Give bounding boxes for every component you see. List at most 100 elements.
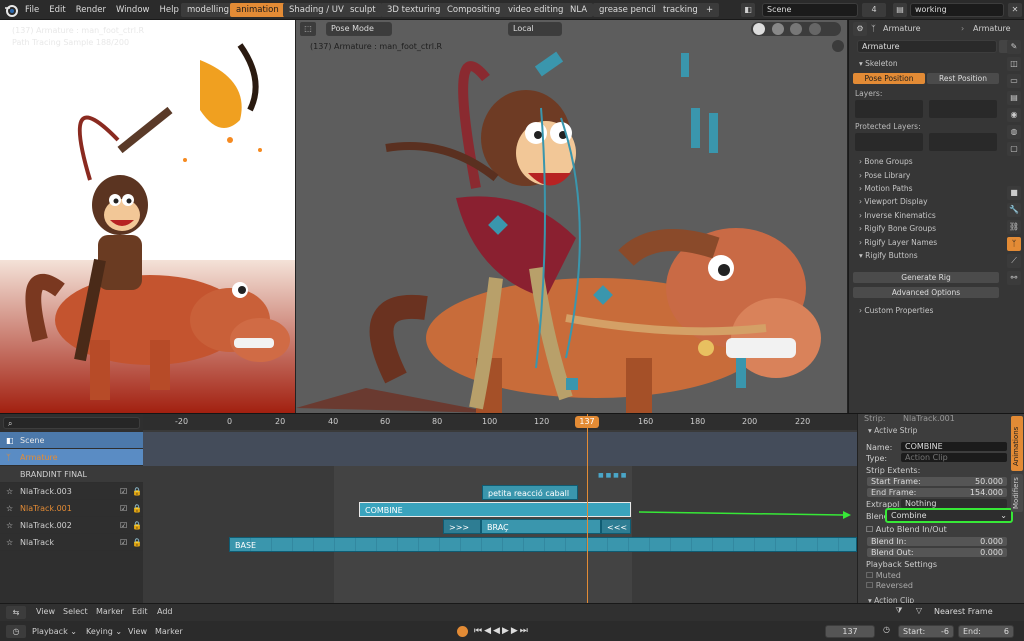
panel-bone-groups[interactable]: › Bone Groups [849, 155, 1005, 168]
sidebar-tab-animations[interactable]: Animations [1011, 416, 1023, 471]
tab-tracking[interactable]: tracking [657, 3, 704, 17]
menu-file[interactable]: File [20, 0, 44, 20]
render-tab-icon[interactable]: ◫ [1007, 57, 1021, 71]
panel-inverse-kinematics[interactable]: › Inverse Kinematics [849, 209, 1005, 222]
view-layer-tab-icon[interactable]: ▤ [1007, 91, 1021, 105]
transform-orientation[interactable]: Local [508, 22, 562, 36]
scene-icon[interactable]: ◧ [741, 3, 755, 17]
nla-menu-add[interactable]: Add [157, 607, 173, 616]
strip-combine[interactable]: COMBINE [359, 502, 631, 517]
channel-armature[interactable]: Armature [0, 449, 143, 466]
bone-layers-grid-1[interactable] [855, 100, 923, 118]
close-icon[interactable]: ✕ [1008, 3, 1022, 17]
advanced-options-button[interactable]: Advanced Options [853, 287, 999, 298]
panel-rigify-bone-groups[interactable]: › Rigify Bone Groups [849, 222, 1005, 235]
panel-viewport-display[interactable]: › Viewport Display [849, 195, 1005, 208]
generate-rig-button[interactable]: Generate Rig [853, 272, 999, 283]
channel-search-input[interactable]: ⌕ [3, 417, 140, 429]
blend-in-field[interactable]: Blend In: 0.000 [866, 536, 1008, 547]
checkbox-icon[interactable]: ☑ [120, 538, 127, 547]
protected-layers-grid-2[interactable] [929, 133, 997, 151]
render-view[interactable]: (137) Armature : man_foot_ctrl.R Path Tr… [0, 20, 295, 413]
timeline-menu-marker[interactable]: Marker [155, 627, 183, 636]
viewport-gizmo[interactable] [832, 40, 844, 52]
editor-type-icon[interactable]: ⬚ [300, 22, 316, 36]
collection-tab-icon[interactable]: ▢ [1007, 142, 1021, 156]
modifier-tab-icon[interactable]: 🔧 [1007, 203, 1021, 217]
nla-strip-area[interactable]: -20 0 20 40 60 80 100 120 160 180 200 22… [143, 414, 857, 604]
nla-menu-edit[interactable]: Edit [132, 607, 148, 616]
start-field[interactable]: Start: -6 [898, 625, 954, 638]
auto-blend-checkbox[interactable]: ☐ Auto Blend In/Out [866, 525, 947, 534]
panel-rigify-layer-names[interactable]: › Rigify Layer Names [849, 236, 1005, 249]
object-tab-icon[interactable]: ■ [1007, 186, 1021, 200]
mode-selector[interactable]: Pose Mode [326, 22, 392, 36]
constraint-tab-icon[interactable]: ⛓ [1007, 220, 1021, 234]
strip-transition-forward[interactable]: >>> [443, 519, 481, 534]
add-workspace-button[interactable]: + [700, 3, 720, 17]
checkbox-icon[interactable]: ☑ [120, 521, 127, 530]
solid-shading-icon[interactable] [771, 23, 784, 35]
star-icon[interactable]: ☆ [6, 487, 13, 496]
nla-menu-view[interactable]: View [36, 607, 55, 616]
panel-motion-paths[interactable]: › Motion Paths [849, 182, 1005, 195]
panel-pose-library[interactable]: › Pose Library [849, 169, 1005, 182]
menu-window[interactable]: Window [111, 0, 155, 20]
end-frame-field[interactable]: End Frame: 154.000 [866, 487, 1008, 498]
view-layer-icon[interactable]: ▤ [893, 3, 907, 17]
playhead-line[interactable] [587, 414, 588, 604]
timeline-menu-view[interactable]: View [128, 627, 147, 636]
scene-selector[interactable]: Scene [762, 3, 858, 17]
bone-tab-icon[interactable]: ⟋ [1007, 254, 1021, 268]
material-shading-icon[interactable] [790, 23, 803, 35]
keying-menu[interactable]: Keying ⌄ [86, 625, 132, 638]
menu-render[interactable]: Render [71, 0, 111, 20]
tab-video-editing[interactable]: video editing [502, 3, 570, 17]
nla-menu-marker[interactable]: Marker [96, 607, 124, 616]
menu-help[interactable]: Help [154, 0, 183, 20]
record-icon[interactable] [457, 626, 468, 637]
properties-editor-icon[interactable]: ⚙ [853, 22, 867, 36]
clock-icon[interactable]: ◷ [880, 625, 893, 638]
blender-logo-icon[interactable] [4, 3, 18, 17]
pose-position-button[interactable]: Pose Position [853, 73, 925, 84]
star-icon[interactable]: ☆ [6, 504, 13, 513]
scene-users[interactable]: 4 [862, 3, 886, 17]
current-frame-field[interactable]: 137 [825, 625, 875, 638]
menu-edit[interactable]: Edit [44, 0, 70, 20]
playback-menu[interactable]: Playback ⌄ [32, 625, 84, 638]
tab-compositing[interactable]: Compositing [441, 3, 507, 17]
star-icon[interactable]: ☆ [6, 521, 13, 530]
lock-icon[interactable]: 🔒 [132, 538, 142, 547]
tab-shading-uv[interactable]: Shading / UV [283, 3, 350, 17]
output-tab-icon[interactable]: ▭ [1007, 74, 1021, 88]
tab-animation[interactable]: animation [230, 3, 285, 17]
view-layer-selector[interactable]: working [910, 3, 1004, 17]
scene-tab-icon[interactable]: ◉ [1007, 108, 1021, 122]
blend-out-field[interactable]: Blend Out: 0.000 [866, 547, 1008, 558]
strip-transition-back[interactable]: <<< [601, 519, 631, 534]
channel-action-line[interactable]: BRANDINT FINAL [0, 466, 143, 483]
snap-mode-select[interactable]: Nearest Frame [930, 606, 1020, 619]
playback-controls[interactable]: ⏮◀◀▶▶⏭ [474, 625, 554, 638]
strip-petita-reaccio[interactable]: petita reacció caball [482, 485, 578, 500]
tab-3d-texturing[interactable]: 3D texturing [381, 3, 447, 17]
rest-position-button[interactable]: Rest Position [927, 73, 999, 84]
skeleton-panel-header[interactable]: ▾ Skeleton [849, 57, 1005, 70]
panel-rigify-buttons[interactable]: ▾ Rigify Buttons [849, 249, 1005, 262]
active-strip-panel[interactable]: ▾ Active Strip [858, 424, 1008, 437]
filter-icon[interactable]: ▽ [912, 606, 926, 619]
tab-sculpt[interactable]: sculpt [344, 3, 382, 17]
rendered-shading-icon[interactable] [808, 23, 821, 35]
playhead-frame[interactable]: 137 [575, 416, 599, 428]
shading-buttons[interactable] [751, 22, 841, 36]
timeline-editor-type-icon[interactable]: ◷ [6, 625, 26, 638]
3d-viewport[interactable]: ⬚ Pose Mode Local (137) Armature : man_f… [296, 20, 847, 413]
tab-nla[interactable]: NLA [564, 3, 594, 17]
tab-grease-pencil[interactable]: grease pencil [593, 3, 662, 17]
armature-data-tab-icon[interactable]: ᛉ [1007, 237, 1021, 251]
snap-icon[interactable]: ⧩ [890, 606, 908, 619]
sidebar-tab-modifiers[interactable]: Modifiers [1011, 474, 1023, 512]
reversed-checkbox[interactable]: ☐ Reversed [866, 581, 913, 590]
protected-layers-grid-1[interactable] [855, 133, 923, 151]
